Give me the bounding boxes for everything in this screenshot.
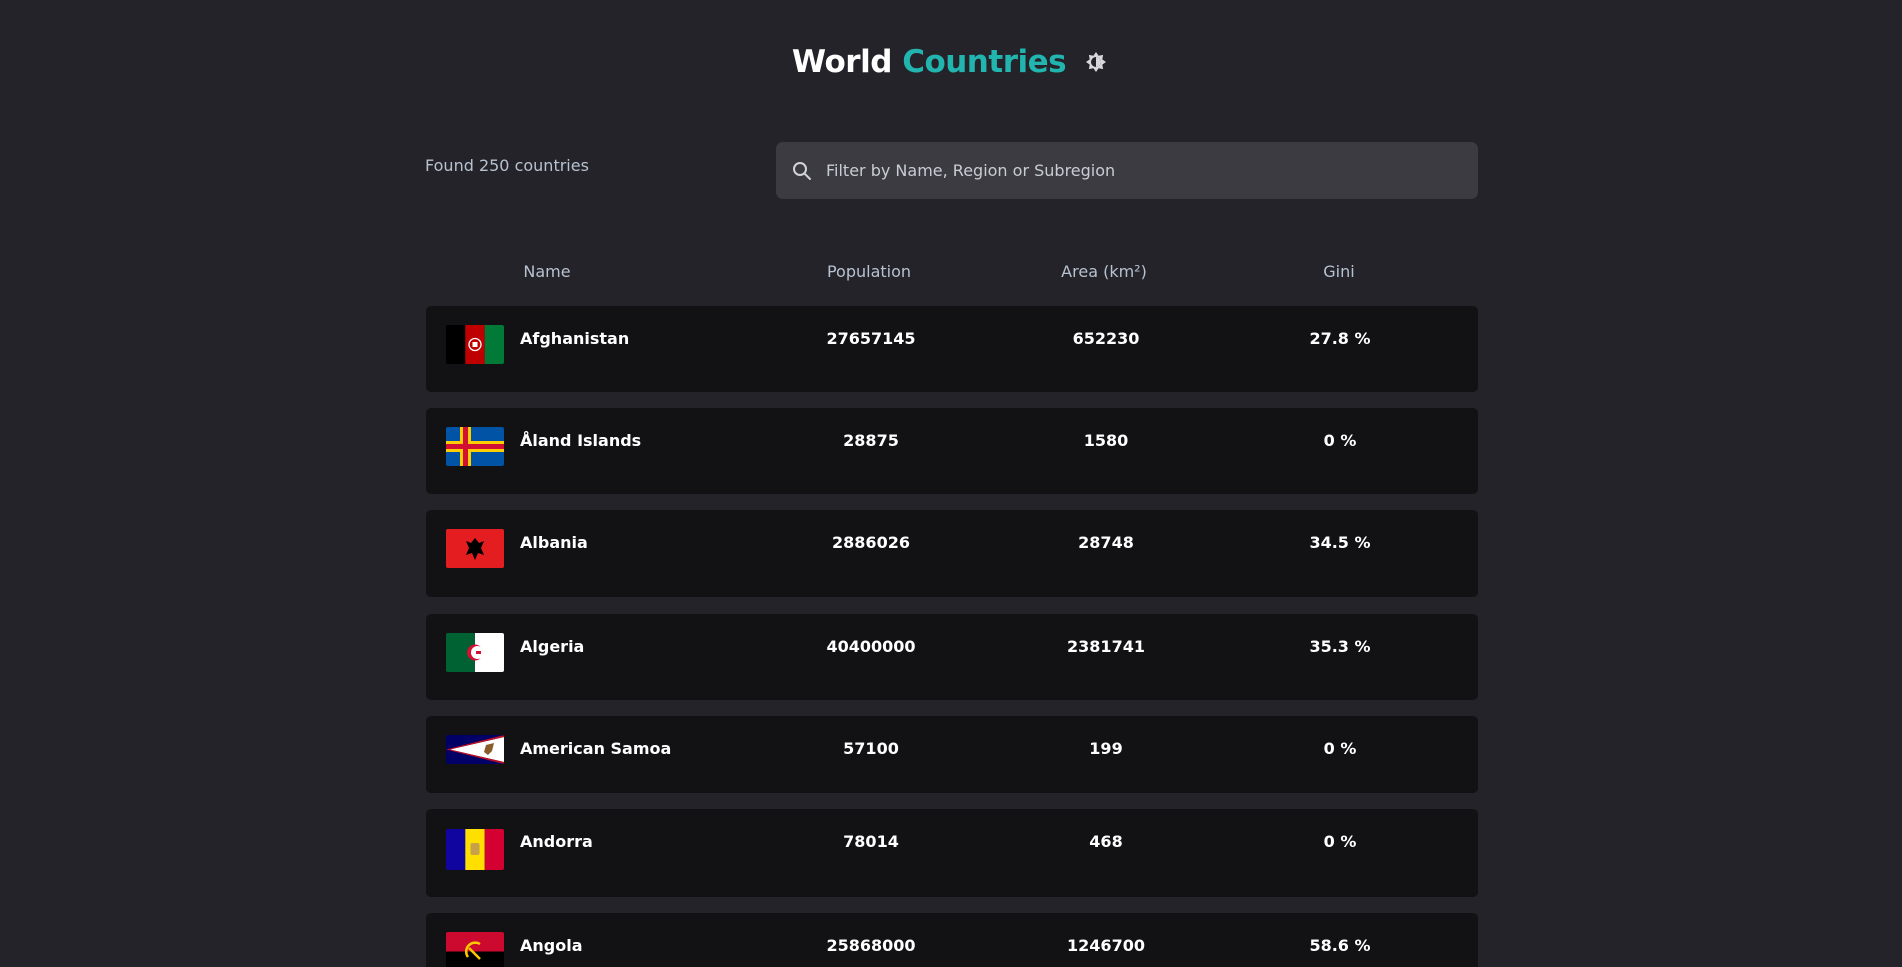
country-name: Albania — [520, 533, 588, 552]
country-area: 199 — [1089, 739, 1123, 758]
column-header-area[interactable]: Area (km²) — [1061, 262, 1147, 281]
table-row[interactable]: Afghanistan 27657145 652230 27.8 % — [426, 306, 1478, 392]
header: World Countries — [0, 44, 1902, 80]
country-gini: 0 % — [1323, 739, 1357, 758]
country-name: American Samoa — [520, 739, 672, 758]
country-population: 78014 — [843, 832, 899, 851]
title-countries: Countries — [902, 44, 1067, 80]
search-input[interactable] — [826, 161, 1478, 180]
country-population: 27657145 — [826, 329, 916, 348]
column-header-gini[interactable]: Gini — [1323, 262, 1354, 281]
afghanistan-flag — [446, 325, 504, 364]
column-header-name[interactable]: Name — [523, 262, 570, 281]
angola-flag — [446, 932, 504, 967]
country-area: 28748 — [1078, 533, 1134, 552]
country-gini: 35.3 % — [1309, 637, 1371, 656]
country-gini: 0 % — [1323, 832, 1357, 851]
title-world: World — [791, 44, 893, 80]
table-row[interactable]: American Samoa 57100 199 0 % — [426, 716, 1478, 793]
country-name: Algeria — [520, 637, 585, 656]
search-icon — [793, 161, 811, 180]
albania-flag — [446, 529, 504, 568]
country-gini: 34.5 % — [1309, 533, 1371, 552]
brightness-icon — [1086, 52, 1107, 72]
country-population: 2886026 — [832, 533, 910, 552]
countries-found-count: Found 250 countries — [425, 156, 589, 175]
country-area: 1580 — [1083, 431, 1129, 450]
search-box[interactable] — [776, 142, 1478, 199]
page: World Countries Found 250 countries Name… — [0, 0, 1902, 967]
country-name: Angola — [520, 936, 583, 955]
table-header: Name Population Area (km²) Gini — [426, 262, 1478, 282]
page-title: World Countries — [791, 44, 1067, 80]
country-name: Afghanistan — [520, 329, 630, 348]
country-area: 652230 — [1072, 329, 1140, 348]
andorra-flag — [446, 829, 504, 870]
country-gini: 27.8 % — [1309, 329, 1371, 348]
country-population: 40400000 — [826, 637, 916, 656]
country-population: 57100 — [843, 739, 899, 758]
country-gini: 0 % — [1323, 431, 1357, 450]
algeria-flag — [446, 633, 504, 672]
table-row[interactable]: Angola 25868000 1246700 58.6 % — [426, 913, 1478, 967]
country-area: 1246700 — [1067, 936, 1145, 955]
theme-toggle-button[interactable] — [1082, 48, 1110, 76]
aland-islands-flag — [446, 427, 504, 466]
table-row[interactable]: Andorra 78014 468 0 % — [426, 809, 1478, 897]
country-area: 2381741 — [1067, 637, 1145, 656]
country-population: 28875 — [843, 431, 899, 450]
country-area: 468 — [1089, 832, 1123, 851]
table-row[interactable]: Albania 2886026 28748 34.5 % — [426, 510, 1478, 597]
country-population: 25868000 — [826, 936, 916, 955]
table-row[interactable]: Åland Islands 28875 1580 0 % — [426, 408, 1478, 494]
country-name: Åland Islands — [520, 431, 642, 450]
country-name: Andorra — [520, 832, 593, 851]
american-samoa-flag — [446, 735, 504, 764]
country-gini: 58.6 % — [1309, 936, 1371, 955]
table-row[interactable]: Algeria 40400000 2381741 35.3 % — [426, 614, 1478, 700]
column-header-population[interactable]: Population — [827, 262, 911, 281]
